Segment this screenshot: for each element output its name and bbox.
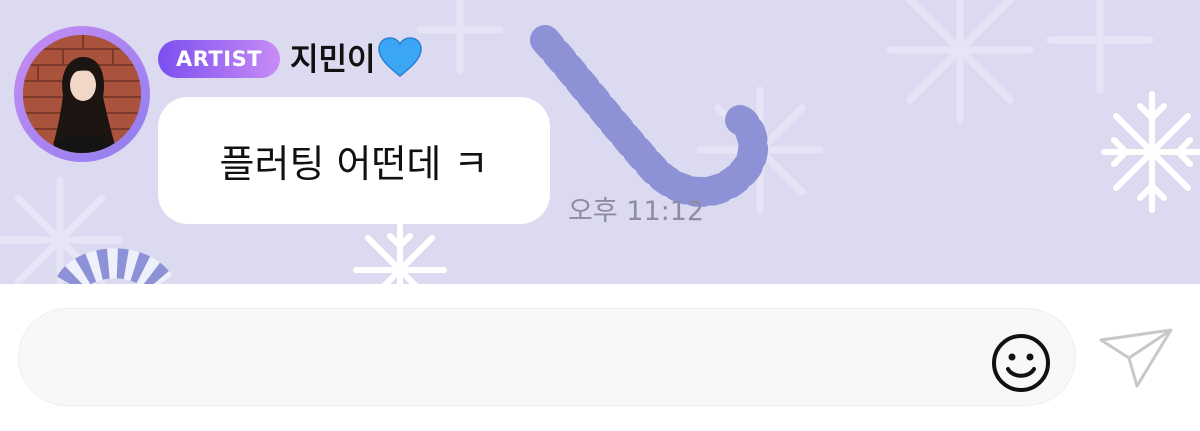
sender-name-text: 지민이 xyxy=(290,42,376,78)
blue-heart-icon xyxy=(377,37,422,77)
message-input[interactable] xyxy=(59,309,963,407)
paper-plane-icon[interactable] xyxy=(1098,326,1174,390)
message-bubble[interactable]: 플러팅 어떤데 ㅋ xyxy=(158,97,550,224)
avatar-image xyxy=(23,35,141,153)
artist-badge: ARTIST xyxy=(158,40,280,78)
sender-name[interactable]: 지민이 xyxy=(290,36,423,82)
message-timestamp: 오후 11:12 xyxy=(568,196,705,227)
message-input-box[interactable] xyxy=(18,308,1076,407)
smiley-face-icon[interactable] xyxy=(990,332,1052,394)
avatar[interactable] xyxy=(23,35,141,153)
message-text: 플러팅 어떤데 ㅋ xyxy=(219,142,489,186)
chat-area: ARTIST 지민이 플러팅 어떤데 ㅋ 오후 11:12 xyxy=(0,0,1200,284)
message-composer xyxy=(0,284,1200,431)
